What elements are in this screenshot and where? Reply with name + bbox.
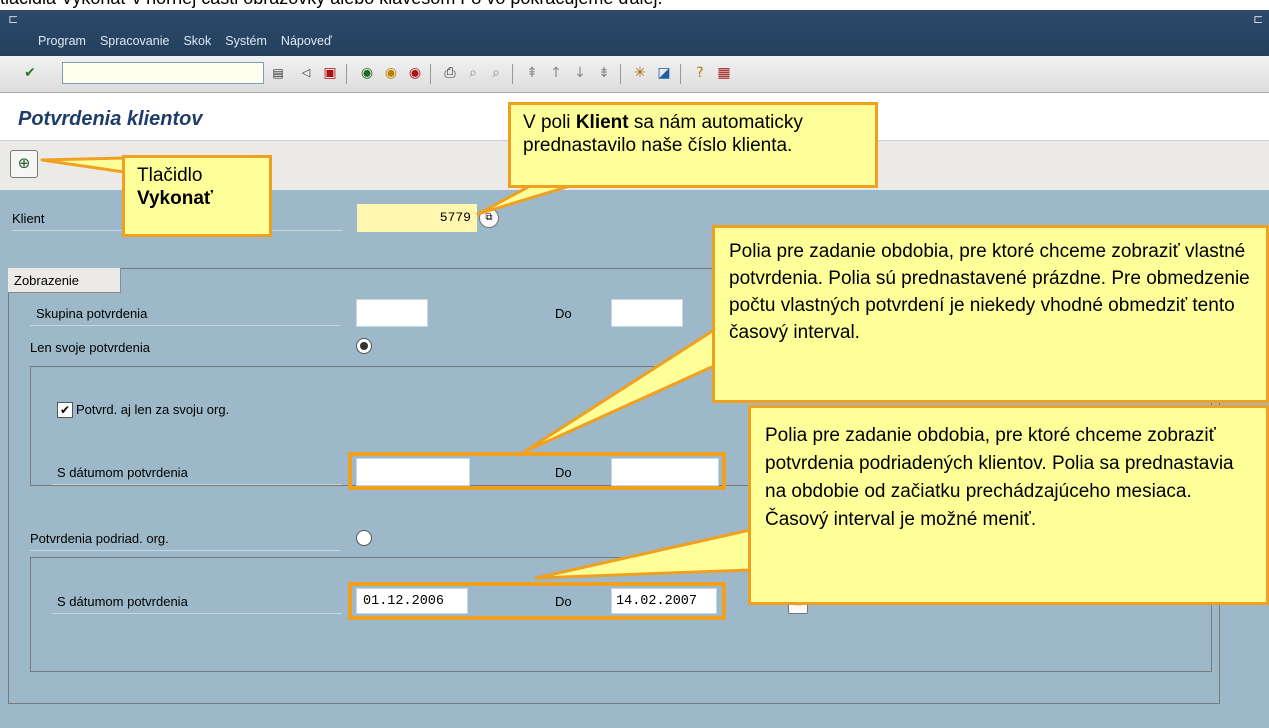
callout-klient-pre: V poli: [523, 112, 576, 133]
callout-vykonat-text: Tlačidlo: [137, 165, 203, 186]
callout-klient-bold: Klient: [575, 112, 629, 133]
callout-vykonat: Tlačidlo Vykonať: [122, 155, 272, 237]
callout-own-period: Polia pre zadanie obdobia, pre ktoré chc…: [712, 225, 1269, 403]
callout-vykonat-bold: Vykonať: [137, 188, 213, 209]
callout-klient: V poli Klient sa nám automaticky prednas…: [508, 102, 878, 188]
callout-sub-period: Polia pre zadanie obdobia, pre ktoré chc…: [748, 405, 1269, 605]
